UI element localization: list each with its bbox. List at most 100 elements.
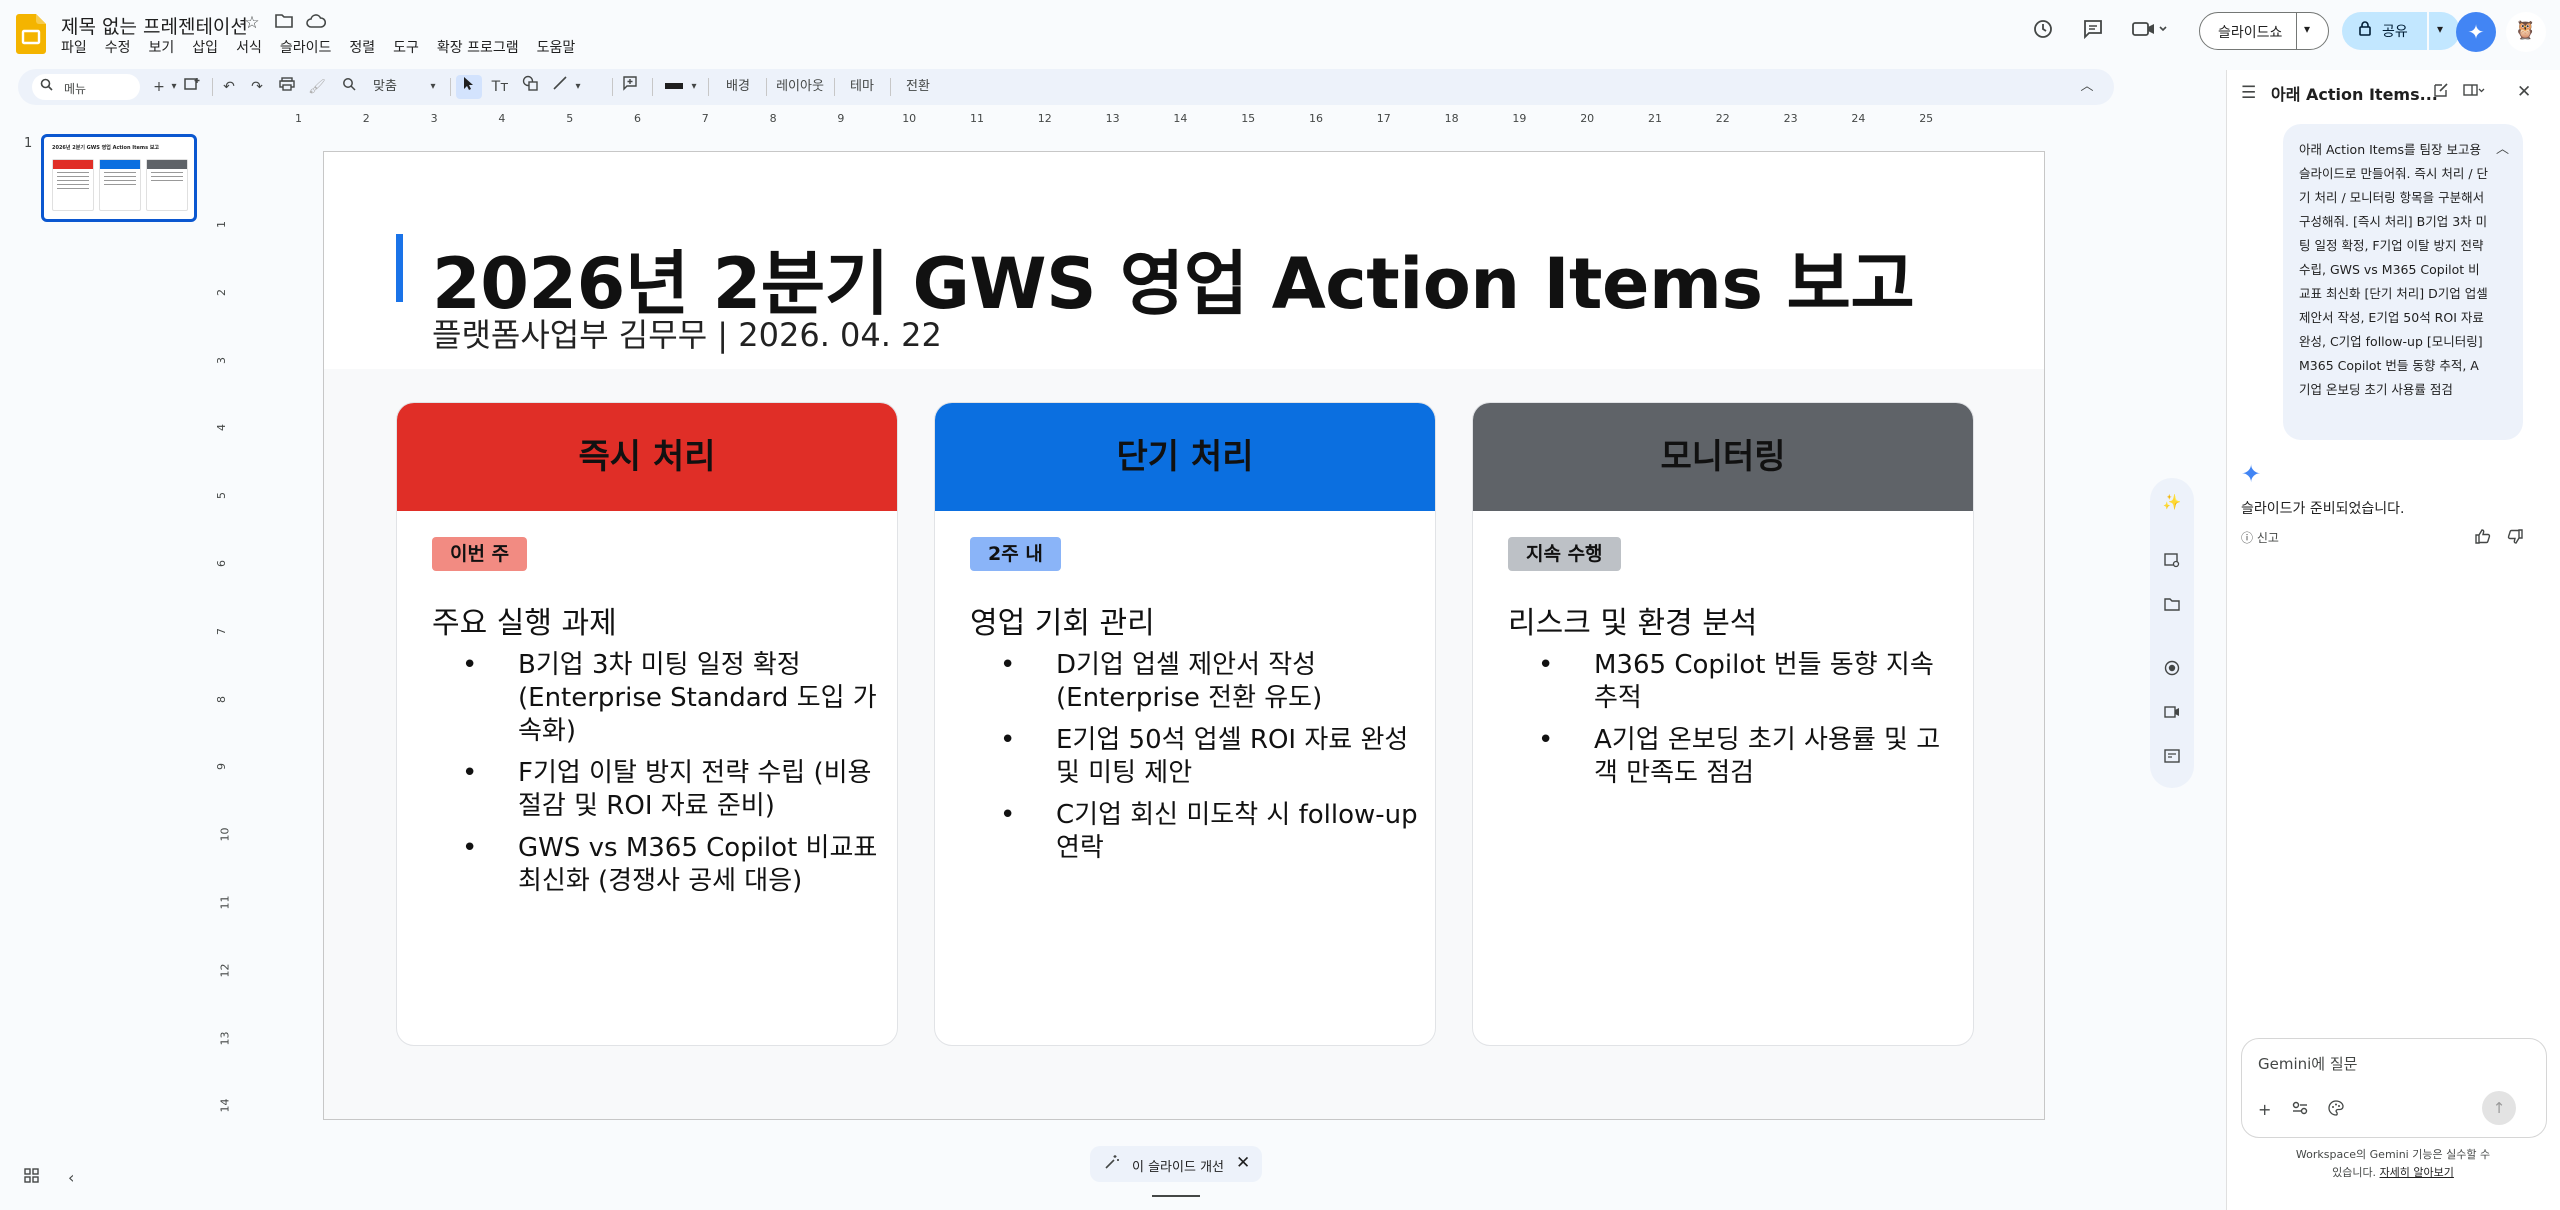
image-search-icon[interactable] [2162, 552, 2182, 572]
column-card-monitoring[interactable]: 모니터링 지속 수행 리스크 및 환경 분석 M365 Copilot 번들 동… [1472, 402, 1974, 1046]
add-comment-icon[interactable] [618, 75, 642, 99]
divider [890, 78, 891, 96]
report-button[interactable]: ⓘ 신고 [2241, 529, 2279, 546]
border-color-icon[interactable] [662, 75, 686, 99]
zoom-select[interactable]: 맞춤 [370, 75, 400, 99]
slide-thumbnail[interactable]: 2026년 2분기 GWS 영업 Action Items 보고 [41, 134, 197, 222]
gemini-prompt-box[interactable]: Gemini에 질문 + ↑ [2241, 1038, 2547, 1138]
user-message-bubble: 아래 Action Items를 팀장 보고용 슬라이드로 만들어줘. 즉시 처… [2283, 124, 2523, 440]
document-title[interactable]: 제목 없는 프레젠테이션 [61, 12, 248, 39]
menu-search-input[interactable]: 메뉴 [32, 74, 140, 100]
comments-icon[interactable] [2080, 18, 2106, 44]
ruler-tick-label: 13 [218, 1031, 232, 1046]
chevron-down-icon[interactable]: ▾ [426, 75, 440, 99]
new-slide-plus-icon[interactable]: + [150, 75, 168, 99]
chevron-down-icon[interactable]: ▾ [2304, 22, 2310, 36]
hamburger-menu-icon[interactable]: ☰ [2241, 83, 2256, 103]
video-icon[interactable] [2162, 704, 2182, 724]
panel-layout-icon[interactable] [2463, 82, 2485, 102]
send-arrow-icon[interactable]: ↑ [2482, 1091, 2516, 1125]
share-button[interactable]: 공유 ▾ [2342, 12, 2460, 50]
paint-format-icon[interactable]: 🖌 [306, 75, 328, 99]
version-history-icon[interactable] [2030, 18, 2056, 44]
menu-search-placeholder: 메뉴 [64, 82, 87, 96]
menu-help[interactable]: 도움말 [537, 37, 584, 57]
menu-extensions[interactable]: 확장 프로그램 [437, 37, 527, 57]
search-icon [40, 78, 53, 95]
learn-more-link[interactable]: 자세히 알아보기 [2380, 1166, 2454, 1179]
chevron-down-icon[interactable]: ▾ [572, 75, 584, 99]
slides-logo-icon[interactable] [16, 14, 46, 54]
column-card-short-term[interactable]: 단기 처리 2주 내 영업 기회 관리 D기업 업셀 제안서 작성 (Enter… [934, 402, 1436, 1046]
meet-icon[interactable] [2130, 18, 2170, 44]
close-icon[interactable]: ✕ [2517, 82, 2531, 102]
menu-view[interactable]: 보기 [149, 37, 183, 57]
chevron-left-icon[interactable]: ‹ [68, 1168, 74, 1188]
menu-insert[interactable]: 삽입 [192, 37, 226, 57]
tools-icon[interactable] [2292, 1100, 2308, 1119]
column-card-immediate[interactable]: 즉시 처리 이번 주 주요 실행 과제 B기업 3차 미팅 일정 확정 (Ent… [396, 402, 898, 1046]
close-icon[interactable]: ✕ [1236, 1153, 1250, 1173]
slideshow-button[interactable]: 슬라이드쇼 ▾ [2199, 12, 2329, 50]
slide-number: 1 [24, 136, 33, 151]
ruler-tick-label: 22 [1715, 112, 1730, 125]
thumbs-up-icon[interactable] [2474, 528, 2491, 549]
chevron-down-icon[interactable]: ▾ [168, 75, 180, 99]
record-icon[interactable] [2162, 660, 2182, 680]
resize-handle[interactable] [1152, 1195, 1200, 1197]
theme-button[interactable]: 테마 [840, 75, 884, 99]
ruler-tick-label: 23 [1783, 112, 1798, 125]
chevron-down-icon[interactable]: ▾ [688, 75, 700, 99]
folder-icon[interactable] [2162, 596, 2182, 616]
ruler-tick-label: 19 [1512, 112, 1527, 125]
ruler-tick-label: 16 [1309, 112, 1323, 125]
select-cursor-icon[interactable] [456, 75, 482, 99]
move-folder-icon[interactable] [274, 13, 294, 33]
layout-button[interactable]: 레이아웃 [772, 75, 828, 99]
magic-wand-icon[interactable]: ✨ [2162, 492, 2182, 512]
grid-view-icon[interactable] [24, 1168, 40, 1188]
add-icon[interactable]: + [2258, 1100, 2271, 1119]
ruler-tick-label: 6 [634, 112, 641, 125]
undo-icon[interactable]: ↶ [218, 75, 240, 99]
slide-subtitle[interactable]: 플랫폼사업부 김무무 | 2026. 04. 22 [432, 310, 942, 356]
improve-slide-chip[interactable]: 이 슬라이드 개선 ✕ [1090, 1146, 1262, 1182]
ruler-tick-label: 18 [1444, 112, 1459, 125]
avatar-glyph-icon: 🦉 [2514, 20, 2537, 41]
menu-file[interactable]: 파일 [61, 37, 95, 57]
slide-canvas[interactable]: 2026년 2분기 GWS 영업 Action Items 보고 플랫폼사업부 … [323, 151, 2045, 1120]
line-icon[interactable] [548, 75, 572, 99]
list-item: M365 Copilot 번들 동향 지속 추적 [1508, 649, 1958, 715]
card-header-label: 즉시 처리 [578, 437, 716, 477]
chevron-down-icon[interactable]: ▾ [2437, 22, 2443, 36]
ruler-tick-label: 15 [1241, 112, 1256, 125]
menu-edit[interactable]: 수정 [105, 37, 139, 57]
background-button[interactable]: 배경 [716, 75, 760, 99]
menu-slide[interactable]: 슬라이드 [280, 37, 340, 57]
new-slide-icon[interactable] [182, 75, 202, 99]
collapse-toolbar-icon[interactable]: ︿ [2076, 75, 2098, 99]
text-box-icon[interactable]: Tт [488, 75, 512, 99]
gemini-sparkle-icon[interactable]: ✦ [2456, 12, 2496, 52]
transition-button[interactable]: 전환 [896, 75, 940, 99]
menu-tools[interactable]: 도구 [393, 37, 427, 57]
thumbs-down-icon[interactable] [2507, 528, 2524, 549]
cloud-status-icon[interactable] [306, 13, 327, 33]
menu-arrange[interactable]: 정렬 [349, 37, 383, 57]
avatar[interactable]: 🦉 [2506, 12, 2546, 52]
star-icon[interactable]: ☆ [242, 13, 262, 33]
status-badge: 2주 내 [970, 537, 1061, 571]
redo-icon[interactable]: ↷ [246, 75, 268, 99]
shape-icon[interactable] [518, 75, 542, 99]
menu-format[interactable]: 서식 [236, 37, 270, 57]
zoom-icon[interactable] [338, 75, 360, 99]
chevron-up-icon[interactable]: ︿ [2496, 138, 2509, 157]
print-icon[interactable] [276, 75, 298, 99]
report-label: 신고 [2256, 531, 2279, 545]
new-chat-edit-icon[interactable] [2433, 82, 2449, 102]
gemini-prompt-input[interactable]: Gemini에 질문 [2258, 1053, 2357, 1074]
palette-icon[interactable] [2328, 1100, 2344, 1120]
disclaimer-text: Workspace의 Gemini 기능은 실수할 수 있습니다. 자세히 알아… [2293, 1146, 2493, 1182]
captions-icon[interactable] [2162, 748, 2182, 768]
divider [652, 78, 653, 96]
